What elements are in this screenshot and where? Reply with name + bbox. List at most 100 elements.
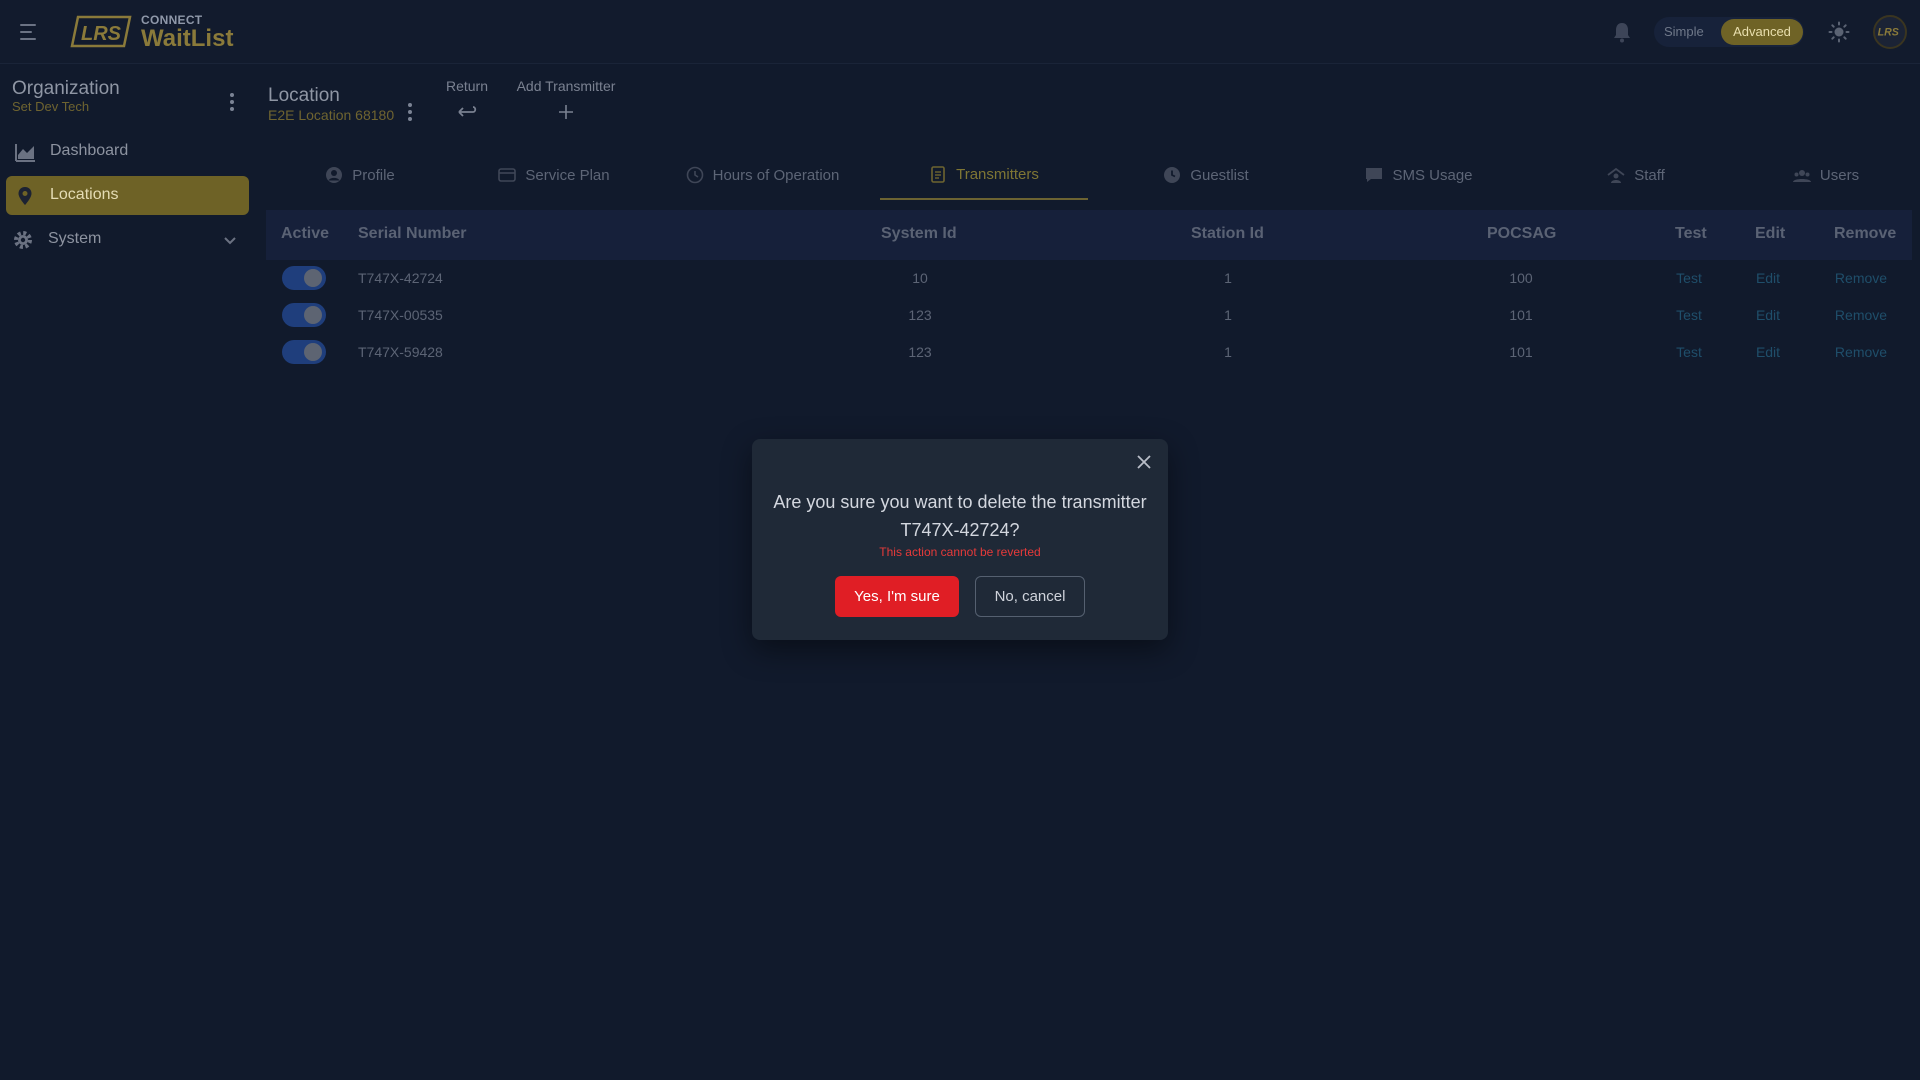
hamburger-icon[interactable] xyxy=(20,20,44,44)
clipboard-icon xyxy=(931,166,945,183)
return-button[interactable]: Return xyxy=(444,78,490,122)
system-id-cell: 123 xyxy=(908,307,932,323)
edit-link[interactable]: Edit xyxy=(1756,270,1780,286)
sidebar-item-label: Locations xyxy=(50,186,119,203)
return-label: Return xyxy=(445,78,489,94)
test-link[interactable]: Test xyxy=(1676,307,1702,323)
card-icon xyxy=(498,168,517,182)
organization-title: Organization xyxy=(12,78,120,99)
system-id-cell: 10 xyxy=(912,270,928,286)
table-row: T747X-59428 123 1 101 Test Edit Remove xyxy=(266,334,1912,371)
modal-warning: This action cannot be reverted xyxy=(879,545,1041,559)
test-link[interactable]: Test xyxy=(1676,344,1702,360)
bell-icon[interactable] xyxy=(1612,21,1632,43)
tab-label: Hours of Operation xyxy=(712,166,840,184)
location-name: E2E Location 68180 xyxy=(268,107,395,123)
clock-icon xyxy=(1164,167,1181,183)
message-icon xyxy=(1366,168,1383,182)
pocsag-cell: 100 xyxy=(1509,270,1533,286)
remove-link[interactable]: Remove xyxy=(1835,307,1887,323)
gear-icon xyxy=(14,231,32,249)
close-icon[interactable] xyxy=(1136,454,1152,470)
map-pin-icon xyxy=(18,187,32,205)
plus-icon xyxy=(559,105,573,119)
serial-number-cell: T747X-42724 xyxy=(358,270,443,286)
users-icon xyxy=(1792,170,1811,182)
organization-name: Set Dev Tech xyxy=(12,99,90,114)
tab-bar: Profile Service Plan Hours of Operation … xyxy=(266,150,1912,200)
tab-label: Service Plan xyxy=(525,166,610,184)
organization-menu-icon[interactable] xyxy=(226,90,238,112)
station-id-cell: 1 xyxy=(1224,270,1232,286)
tab-label: Users xyxy=(1819,166,1860,184)
tab-hours-of-operation[interactable]: Hours of Operation xyxy=(661,150,864,200)
tab-transmitters[interactable]: Transmitters xyxy=(880,150,1088,200)
column-header-system-id: System Id xyxy=(881,225,957,242)
staff-icon xyxy=(1607,167,1625,183)
mode-advanced-option[interactable]: Advanced xyxy=(1721,19,1803,45)
mode-simple-option[interactable]: Simple xyxy=(1664,24,1704,39)
location-title: Location xyxy=(268,85,340,106)
column-header-edit: Edit xyxy=(1755,225,1786,242)
table-header: Active Serial Number System Id Station I… xyxy=(266,210,1912,260)
remove-link[interactable]: Remove xyxy=(1835,270,1887,286)
sidebar-item-dashboard[interactable]: Dashboard xyxy=(6,132,249,171)
station-id-cell: 1 xyxy=(1224,307,1232,323)
edit-link[interactable]: Edit xyxy=(1756,307,1780,323)
location-menu-icon[interactable] xyxy=(404,100,416,122)
tab-staff[interactable]: Staff xyxy=(1531,150,1741,200)
sidebar xyxy=(0,65,256,1080)
add-transmitter-label: Add Transmitter xyxy=(516,78,616,94)
sidebar-item-label: System xyxy=(48,230,102,247)
sidebar-item-system[interactable]: System xyxy=(6,220,249,259)
active-toggle[interactable] xyxy=(282,303,326,327)
sidebar-item-label: Dashboard xyxy=(50,142,129,159)
transmitters-table: Active Serial Number System Id Station I… xyxy=(266,210,1912,371)
tab-guestlist[interactable]: Guestlist xyxy=(1102,150,1310,200)
column-header-active: Active xyxy=(281,225,330,242)
confirm-delete-button[interactable]: Yes, I'm sure xyxy=(835,576,959,617)
tab-label: Profile xyxy=(352,166,395,184)
column-header-pocsag: POCSAG xyxy=(1487,225,1557,242)
pocsag-cell: 101 xyxy=(1509,344,1533,360)
tab-label: Staff xyxy=(1634,166,1665,184)
user-avatar[interactable]: LRS xyxy=(1873,15,1907,49)
tab-profile[interactable]: Profile xyxy=(266,150,454,200)
sidebar-item-locations[interactable]: Locations xyxy=(6,176,249,215)
avatar-text: LRS xyxy=(1878,27,1899,39)
system-id-cell: 123 xyxy=(908,344,932,360)
edit-link[interactable]: Edit xyxy=(1756,344,1780,360)
logo-text: LRS xyxy=(81,23,122,45)
station-id-cell: 1 xyxy=(1224,344,1232,360)
serial-number-cell: T747X-59428 xyxy=(358,344,443,360)
column-header-station-id: Station Id xyxy=(1191,225,1264,242)
tab-service-plan[interactable]: Service Plan xyxy=(459,150,649,200)
table-row: T747X-42724 10 1 100 Test Edit Remove xyxy=(266,260,1912,297)
table-row: T747X-00535 123 1 101 Test Edit Remove xyxy=(266,297,1912,334)
clock-refresh-icon xyxy=(686,166,703,184)
top-bar xyxy=(0,0,1920,64)
tab-label: SMS Usage xyxy=(1392,166,1473,184)
brand-name: WaitList xyxy=(141,25,234,52)
test-link[interactable]: Test xyxy=(1676,270,1702,286)
column-header-remove: Remove xyxy=(1834,225,1897,242)
chevron-down-icon xyxy=(224,237,236,245)
remove-link[interactable]: Remove xyxy=(1835,344,1887,360)
active-toggle[interactable] xyxy=(282,340,326,364)
chart-icon xyxy=(15,144,35,162)
sun-icon[interactable] xyxy=(1828,21,1850,43)
pocsag-cell: 101 xyxy=(1509,307,1533,323)
tab-sms-usage[interactable]: SMS Usage xyxy=(1306,150,1532,200)
tab-users[interactable]: Users xyxy=(1726,150,1920,200)
active-toggle[interactable] xyxy=(282,266,326,290)
serial-number-cell: T747X-00535 xyxy=(358,307,443,323)
column-header-test: Test xyxy=(1675,225,1707,242)
return-icon xyxy=(458,106,477,117)
cancel-button[interactable]: No, cancel xyxy=(975,576,1085,617)
tab-label: Guestlist xyxy=(1190,166,1249,184)
user-circle-icon xyxy=(326,167,343,183)
brand-logo[interactable]: LRS xyxy=(70,15,132,48)
add-transmitter-button[interactable]: Add Transmitter xyxy=(512,78,620,122)
modal-message: Are you sure you want to delete the tran… xyxy=(773,492,1147,540)
column-header-serial-number: Serial Number xyxy=(358,225,467,242)
